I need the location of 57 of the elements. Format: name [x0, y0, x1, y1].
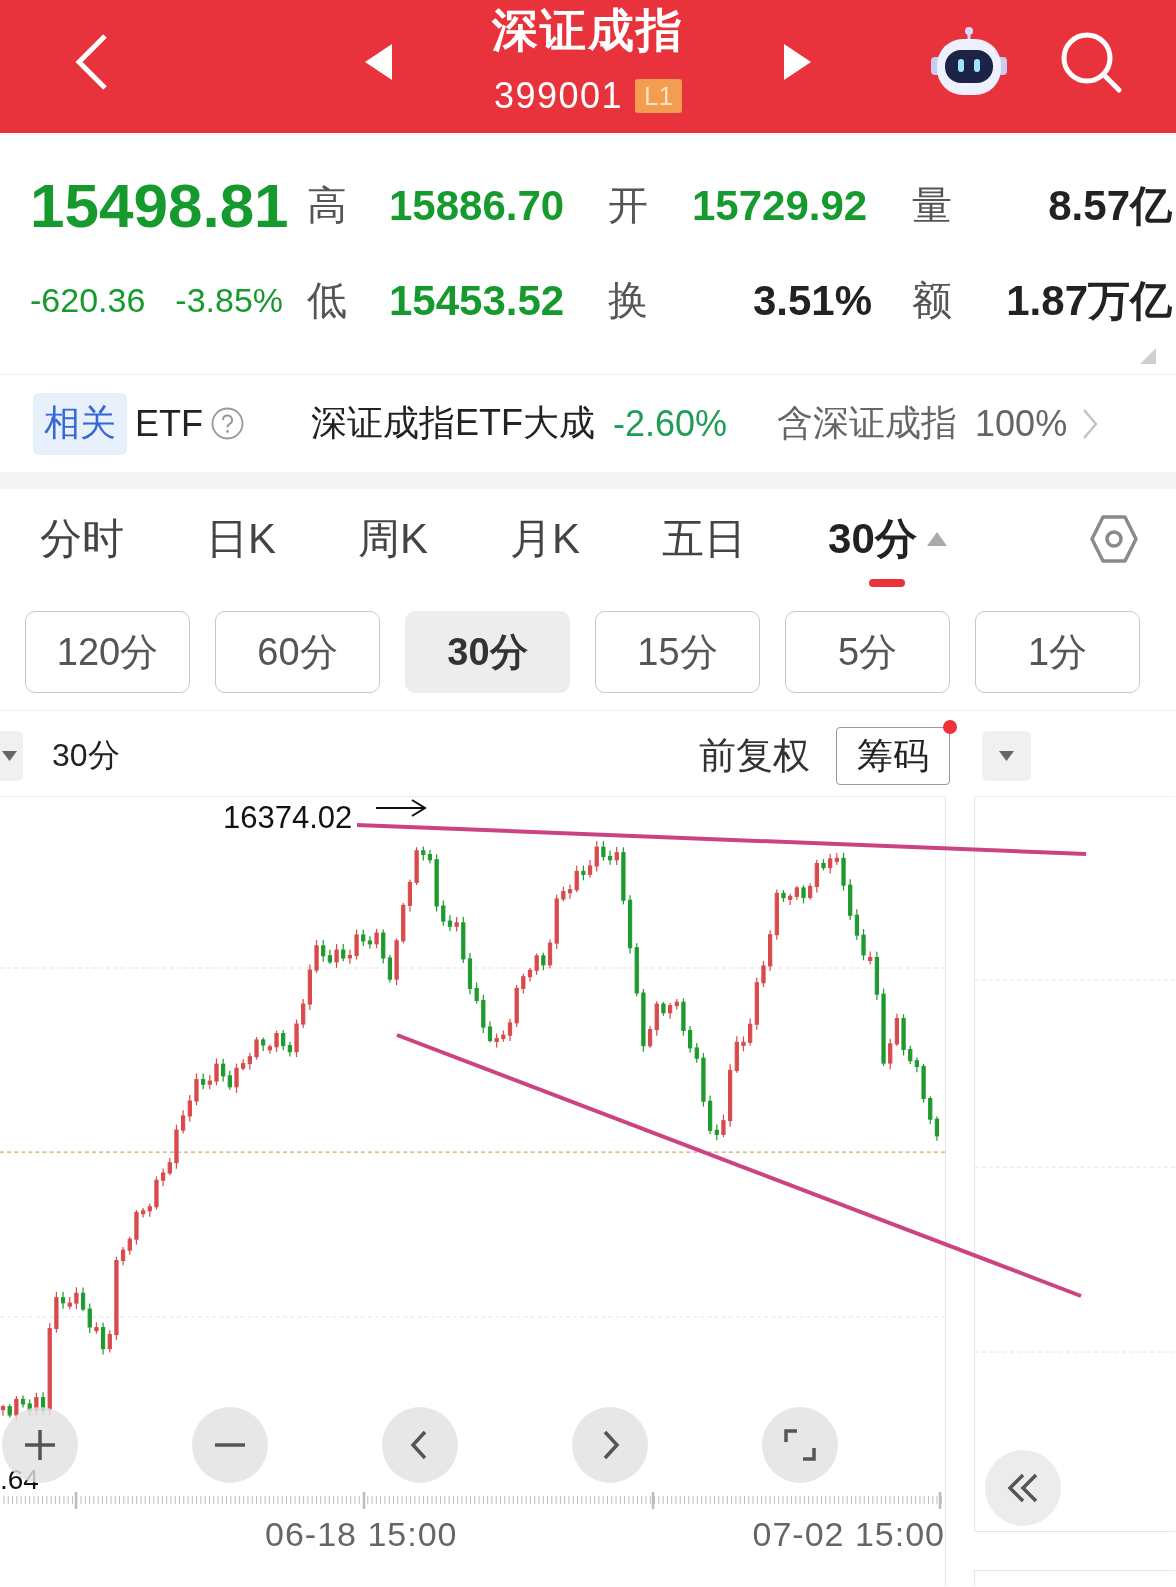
dropdown-button[interactable]: [982, 731, 1031, 781]
stat-value: 15886.70: [389, 181, 565, 230]
percent-change: -3.85%: [175, 281, 284, 320]
index-title: 深证成指: [492, 4, 684, 56]
caret-down-icon: [2, 751, 17, 761]
help-icon[interactable]: [211, 407, 244, 440]
chart-tab[interactable]: 日K: [206, 514, 276, 564]
dropdown-button[interactable]: [0, 731, 23, 781]
holding-label: 含深证成指: [777, 401, 958, 445]
period-button[interactable]: 30分: [405, 611, 570, 693]
period-button[interactable]: 15分: [595, 611, 760, 693]
level-badge: L1: [635, 79, 683, 113]
etf-change: -2.60%: [613, 402, 728, 445]
stat-value: 3.51%: [752, 276, 872, 325]
stat-value: 15729.92: [692, 181, 868, 230]
peak-price-label: 16374.02: [223, 800, 353, 835]
related-tag: 相关: [33, 392, 127, 455]
stat-label: 量: [912, 182, 952, 229]
period-button[interactable]: 5分: [785, 611, 950, 693]
last-price: 15498.81: [30, 170, 290, 241]
time-label: 06-18 15:00: [265, 1515, 458, 1554]
chart-tab[interactable]: 周K: [358, 514, 429, 564]
stat-label: 高: [307, 182, 347, 229]
stat-label: 额: [912, 277, 952, 324]
period-button[interactable]: 120分: [25, 611, 190, 693]
expand-icon: [783, 1428, 817, 1462]
minus-icon: [213, 1443, 247, 1447]
stat-label: 低: [307, 277, 347, 324]
triangle-left-icon[interactable]: [365, 43, 392, 80]
stat-value: 8.57亿: [1048, 180, 1172, 231]
stat-value: 1.87万亿: [1006, 275, 1172, 326]
etf-name[interactable]: 深证成指ETF大成: [311, 399, 595, 448]
etf-label: ETF: [135, 402, 203, 445]
chart-tab[interactable]: 分时: [40, 514, 124, 564]
index-code: 399001: [493, 76, 624, 116]
holding-value: 100%: [975, 402, 1068, 445]
stat-label: 开: [608, 182, 648, 229]
chart-tab[interactable]: 月K: [510, 514, 581, 564]
price-label: .64: [0, 1465, 39, 1495]
chart-tab[interactable]: 30分: [828, 514, 947, 587]
tab-indicator: [869, 579, 906, 587]
period-label: 30分: [52, 736, 120, 775]
plus-icon: [23, 1428, 57, 1462]
robot-icon[interactable]: [931, 26, 1007, 97]
stat-value: 15453.52: [389, 276, 565, 325]
settings-icon[interactable]: [1090, 514, 1138, 564]
chart-tab[interactable]: 五日: [662, 514, 747, 564]
period-button[interactable]: 1分: [975, 611, 1140, 693]
triangle-right-icon[interactable]: [784, 43, 811, 80]
time-label: 07-02 15:00: [752, 1515, 945, 1554]
chips-button[interactable]: 筹码: [836, 727, 950, 785]
period-button[interactable]: 60分: [215, 611, 380, 693]
adjustment-option[interactable]: 前复权: [699, 731, 810, 781]
price-change: -620.36: [30, 281, 146, 320]
stat-label: 换: [608, 277, 648, 324]
caret-down-icon: [999, 751, 1014, 761]
annotation-arrow: [375, 799, 427, 817]
